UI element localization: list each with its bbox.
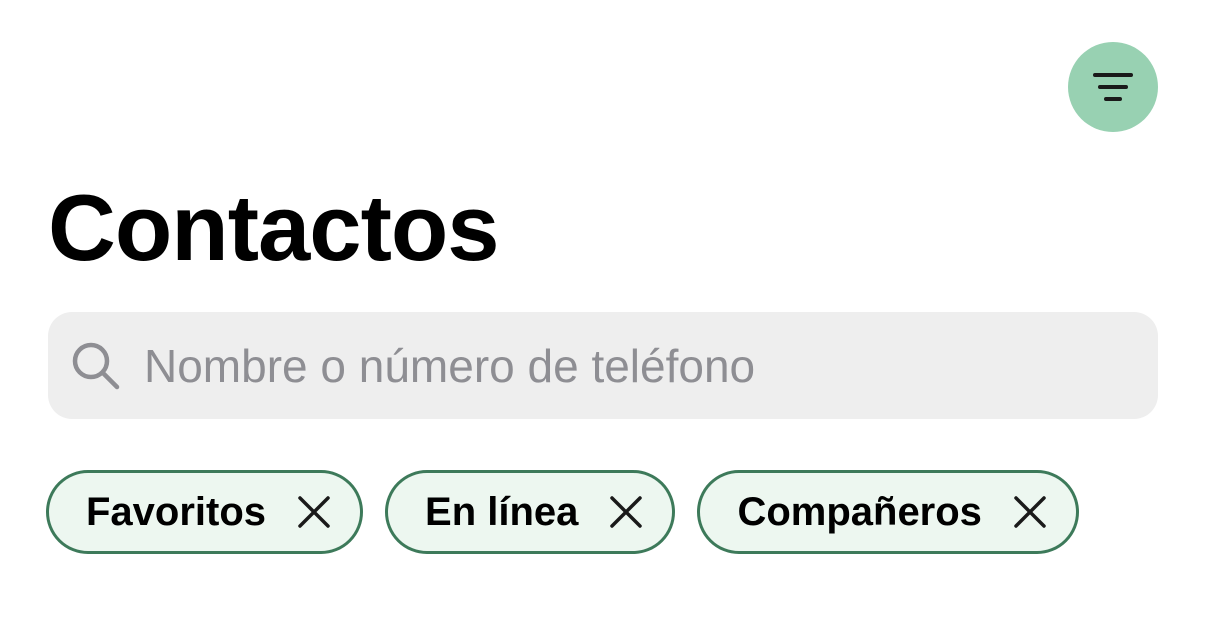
filter-button[interactable]	[1068, 42, 1158, 132]
search-input[interactable]	[144, 330, 1158, 401]
chip-label: Favoritos	[86, 489, 267, 534]
filter-chips: Favoritos En línea Compañeros	[46, 470, 1079, 554]
search-bar[interactable]	[48, 312, 1158, 419]
close-icon[interactable]	[1008, 490, 1052, 534]
close-icon[interactable]	[292, 490, 336, 534]
chip-label: Compañeros	[737, 489, 982, 534]
chip-en-linea[interactable]: En línea	[385, 470, 676, 554]
page-title: Contactos	[48, 175, 500, 280]
filter-lines-icon	[1093, 73, 1133, 101]
chip-label: En línea	[425, 489, 579, 534]
chip-companeros[interactable]: Compañeros	[697, 470, 1079, 554]
close-icon[interactable]	[604, 490, 648, 534]
chip-favoritos[interactable]: Favoritos	[46, 470, 364, 554]
search-icon	[72, 342, 120, 389]
